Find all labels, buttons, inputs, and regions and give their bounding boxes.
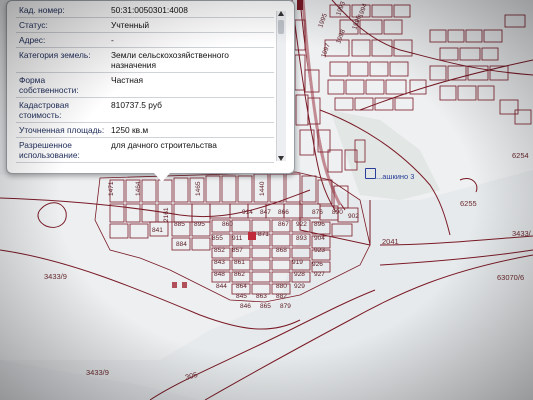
selected-parcel[interactable] — [248, 232, 256, 240]
field-value: Частная — [108, 72, 274, 98]
parcel-label: 862 — [234, 271, 245, 278]
parcel-label: 871 — [258, 231, 269, 238]
popup-scrollbar[interactable] — [276, 11, 286, 161]
area-label: 3433/ — [512, 229, 532, 238]
parcel-label: 844 — [216, 283, 227, 290]
scroll-thumb[interactable] — [278, 20, 284, 34]
parcel-label: 928 — [294, 271, 305, 278]
parcel-label: 866 — [278, 209, 289, 216]
field-label: Статус: — [16, 17, 108, 33]
parcel-label: 860 — [222, 221, 233, 228]
area-label: 3433/9 — [44, 272, 67, 281]
area-label: 6255 — [460, 199, 477, 208]
parcel-label: 843 — [214, 259, 225, 266]
field-value: Земли сельскохозяйственного назначения — [108, 47, 274, 73]
place-label: ...ашкино 3 — [376, 172, 415, 181]
area-label: 6254 — [512, 151, 529, 160]
parcel-label: 922 — [296, 221, 307, 228]
table-row: Статус: Учтенный — [16, 17, 274, 33]
parcel-label: 857 — [232, 247, 243, 254]
parcel-label: 1465 — [195, 181, 202, 196]
parcel-label: 2161 — [163, 207, 170, 222]
parcel-label: 895 — [194, 221, 205, 228]
field-value: Учтенный — [108, 17, 274, 33]
parcel-label: 847 — [260, 209, 271, 216]
parcel-label: 863 — [256, 293, 267, 300]
field-label: Кад. номер: — [16, 3, 108, 18]
field-value: - — [108, 32, 274, 48]
area-label: 63070/6 — [497, 273, 524, 282]
map-viewer[interactable]: 1471 1464 1465 1440 914 847 866 876 890 … — [0, 0, 533, 400]
parcel-label: 852 — [214, 247, 225, 254]
table-row: Категория земель: Земли сельскохозяйстве… — [16, 47, 274, 73]
parcel-label: 902 — [348, 213, 359, 220]
parcel-info-table: Кад. номер: 50:31:0050301:4008 Статус: У… — [16, 3, 274, 163]
table-row: Адрес: - — [16, 32, 274, 48]
table-row: Кадастровая стоимость: 810737.5 руб — [16, 97, 274, 123]
parcel-label: 927 — [314, 271, 325, 278]
parcel-label: 911 — [232, 235, 243, 242]
parcel-label: 865 — [260, 303, 271, 310]
parcel-label: 868 — [276, 247, 287, 254]
field-value: 1250 кв.м — [108, 122, 274, 138]
parcel-label: 926 — [312, 261, 323, 268]
field-value: для дачного строительства — [108, 137, 274, 163]
parcel-label: 845 — [236, 293, 247, 300]
popup-pointer — [154, 173, 170, 182]
field-label: Уточненная площадь: — [16, 122, 108, 138]
scroll-down-icon[interactable] — [278, 156, 284, 161]
parcel-label: 1471 — [108, 181, 115, 196]
field-label: Категория земель: — [16, 47, 108, 73]
parcel-label: 861 — [234, 259, 245, 266]
parcel-label: 882 — [276, 293, 287, 300]
area-label: 2041 — [382, 237, 399, 246]
parcel-label: 864 — [236, 283, 247, 290]
area-label: 3433/9 — [86, 368, 109, 377]
parcel-label: 896 — [314, 221, 325, 228]
parcel-label: 880 — [276, 283, 287, 290]
parcel-label: 890 — [332, 209, 343, 216]
parcel-label: 876 — [312, 209, 323, 216]
field-value: 810737.5 руб — [108, 97, 274, 123]
parcel-label: 848 — [214, 271, 225, 278]
table-row: Форма собственности: Частная — [16, 72, 274, 98]
parcel-label: 884 — [176, 241, 187, 248]
field-label: Кадастровая стоимость: — [16, 97, 108, 123]
building-icon[interactable] — [365, 168, 376, 179]
field-value: 50:31:0050301:4008 — [108, 3, 274, 18]
parcel-info-popup: Кад. номер: 50:31:0050301:4008 Статус: У… — [6, 0, 295, 182]
parcel-label: 879 — [280, 303, 291, 310]
parcel-label: 929 — [294, 283, 305, 290]
field-label: Адрес: — [16, 32, 108, 48]
table-row: Разрешенное использование: для дачного с… — [16, 137, 274, 163]
parcel-label: 914 — [242, 209, 253, 216]
parcel-label: 1440 — [259, 181, 266, 196]
parcel-label: 904 — [314, 235, 325, 242]
parcel-label: 893 — [296, 235, 307, 242]
parcel-label: 885 — [174, 221, 185, 228]
parcel-label: 855 — [212, 235, 223, 242]
table-row: Кад. номер: 50:31:0050301:4008 — [16, 3, 274, 18]
parcel-label: 1464 — [135, 181, 142, 196]
field-label: Разрешенное использование: — [16, 137, 108, 163]
table-row: Уточненная площадь: 1250 кв.м — [16, 122, 274, 138]
scroll-up-icon[interactable] — [278, 11, 284, 16]
parcel-label: 841 — [152, 227, 163, 234]
parcel-label: 923 — [314, 247, 325, 254]
parcel-label: 846 — [240, 303, 251, 310]
parcel-label: 919 — [292, 259, 303, 266]
parcel-label: 867 — [278, 221, 289, 228]
field-label: Форма собственности: — [16, 72, 108, 98]
